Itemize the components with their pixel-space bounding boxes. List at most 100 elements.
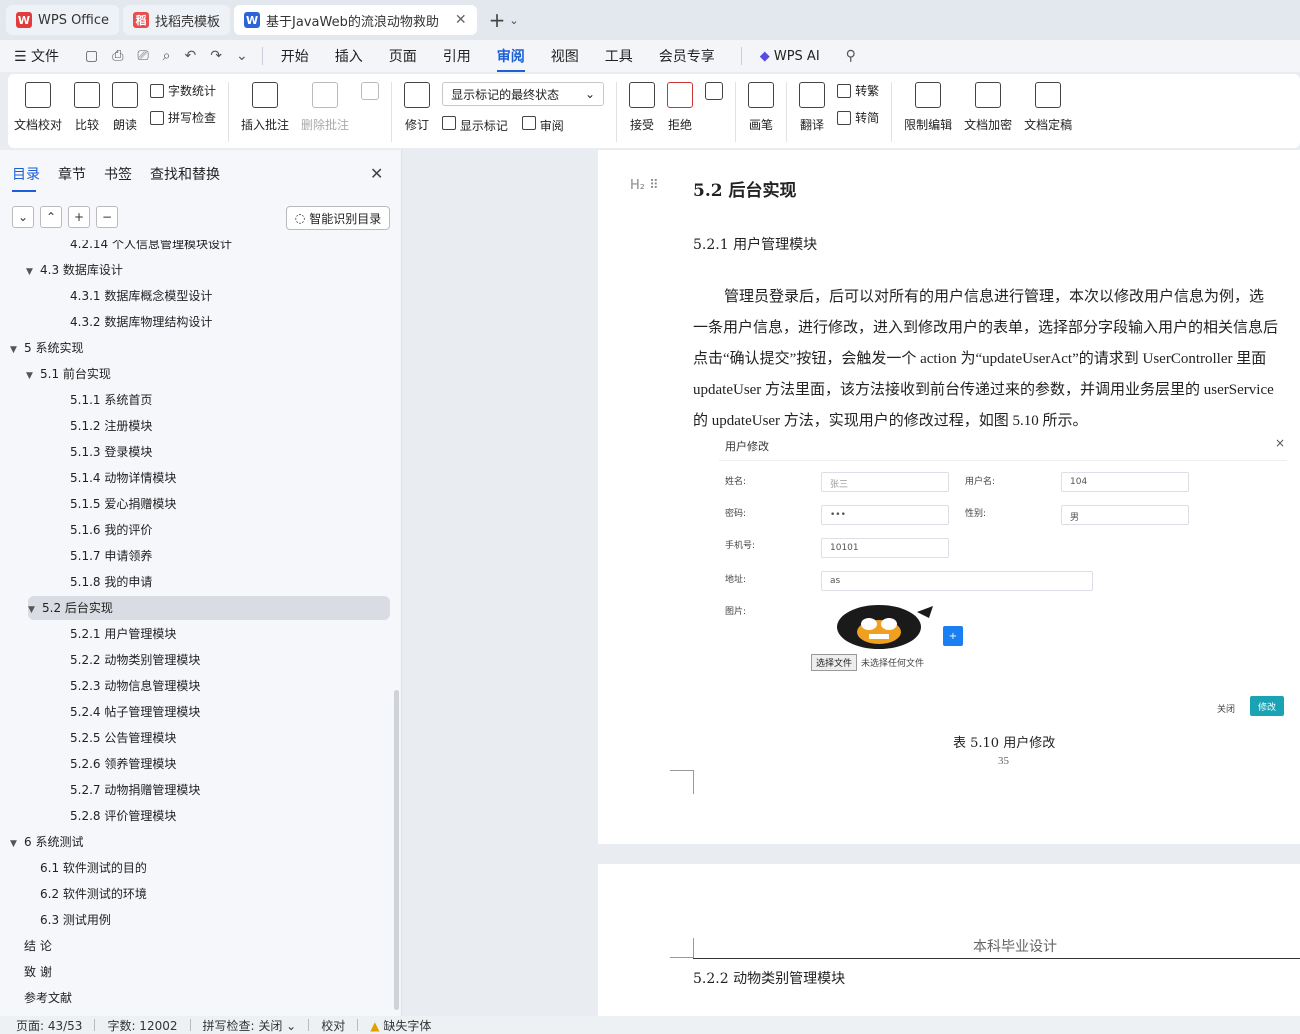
toc-item[interactable]: 5.2.4 帖子管理管理模块 (70, 700, 200, 724)
pen-button[interactable]: 画笔 (742, 82, 780, 133)
toc-item[interactable]: 4.3.2 数据库物理结构设计 (70, 310, 212, 334)
more-icon[interactable]: ⌄ (236, 48, 248, 64)
plus-icon[interactable]: + (68, 206, 90, 228)
read-aloud-button[interactable]: 朗读 (106, 82, 144, 133)
tab-bookmarks[interactable]: 书签 (104, 164, 132, 192)
expand-arrow-icon[interactable]: ▼ (10, 338, 24, 362)
toc-item[interactable]: 5.2.3 动物信息管理模块 (70, 674, 200, 698)
menu-view[interactable]: 视图 (551, 46, 579, 66)
toc-item[interactable]: ▼ 4.3 数据库设计 (26, 258, 123, 282)
expand-arrow-icon[interactable]: ▼ (26, 260, 40, 284)
toc-item[interactable]: 5.1.6 我的评价 (70, 518, 152, 542)
toc-item[interactable]: 5.1.5 爱心捐赠模块 (70, 492, 176, 516)
finalize-button[interactable]: 文档定稿 (1018, 82, 1078, 133)
translate-button[interactable]: 翻译 (793, 82, 831, 133)
revise-button[interactable]: 修订 (398, 82, 436, 133)
spell-check-button[interactable]: 拼写检查 (150, 109, 216, 126)
delete-comment-button[interactable]: 删除批注 (295, 82, 355, 133)
word-count-button[interactable]: 字数统计 (150, 82, 216, 99)
menu-insert[interactable]: 插入 (335, 46, 363, 66)
insert-comment-button[interactable]: 插入批注 (235, 82, 295, 133)
toc-item[interactable]: 5.2.5 公告管理模块 (70, 726, 176, 750)
toc-item[interactable]: 6.2 软件测试的环境 (40, 882, 147, 906)
proof-status[interactable]: 校对 (321, 1017, 345, 1034)
to-simplified-button[interactable]: 转简 (837, 109, 879, 126)
missing-font-status[interactable]: ▲ 缺失字体 (370, 1017, 431, 1034)
toc-item[interactable]: 4.2.14 个人信息管理模块设计 (70, 240, 232, 256)
undo-icon[interactable]: ↶ (185, 48, 197, 64)
revision-nav-button[interactable] (699, 82, 729, 108)
tab-toc[interactable]: 目录 (12, 164, 40, 192)
expand-arrow-icon[interactable]: ▼ (28, 598, 42, 622)
encrypt-button[interactable]: 文档加密 (958, 82, 1018, 133)
menu-review[interactable]: 审阅 (496, 46, 525, 72)
toc-item[interactable]: 5.2.6 领养管理模块 (70, 752, 176, 776)
toc-item[interactable]: 5.2.7 动物捐赠管理模块 (70, 778, 200, 802)
toc-item[interactable]: 4.3.1 数据库概念模型设计 (70, 284, 212, 308)
toc-item[interactable]: 6.3 测试用例 (40, 908, 111, 932)
toc-item[interactable]: ▼ 5 系统实现 (10, 336, 83, 360)
preview-icon[interactable]: ⌕ (163, 48, 171, 64)
chevron-up-icon[interactable]: ⌃ (40, 206, 62, 228)
toc-item[interactable]: 5.1.2 注册模块 (70, 414, 152, 438)
expand-arrow-icon[interactable]: ▼ (26, 364, 40, 388)
toc-item[interactable]: ▼ 5.2 后台实现 (28, 596, 390, 620)
menu-tools[interactable]: 工具 (605, 46, 633, 66)
toc-item[interactable]: 5.1.1 系统首页 (70, 388, 152, 412)
restrict-edit-button[interactable]: 限制编辑 (898, 82, 958, 133)
toc-item[interactable]: 5.2.8 评价管理模块 (70, 804, 176, 828)
review-pane-button[interactable]: 审阅 (521, 116, 564, 134)
toc-item[interactable]: 5.2.1 用户管理模块 (70, 622, 176, 646)
close-icon[interactable]: ✕ (455, 12, 467, 28)
toc-item[interactable]: ▼ 5.1 前台实现 (26, 362, 111, 386)
expand-arrow-icon[interactable]: ▼ (10, 832, 24, 856)
toc-item[interactable]: ▼ 6 系统测试 (10, 830, 83, 854)
tab-wps-office[interactable]: W WPS Office (6, 5, 120, 35)
new-tab-icon[interactable]: + (489, 8, 506, 32)
spell-check-status[interactable]: 拼写检查: 关闭 ⌄ (203, 1017, 297, 1034)
reject-button[interactable]: 拒绝 (661, 82, 699, 133)
compare-button[interactable]: 比较 (68, 82, 106, 133)
redo-icon[interactable]: ↷ (210, 48, 222, 64)
tab-template[interactable]: 稻 找稻壳模板 (123, 5, 231, 35)
search-icon[interactable]: ⚲ (846, 48, 856, 64)
export-icon[interactable]: ⎙ (112, 48, 123, 64)
menu-start[interactable]: 开始 (281, 46, 309, 66)
comment-nav-button[interactable] (355, 82, 385, 108)
toc-item[interactable]: 5.1.7 申请领养 (70, 544, 152, 568)
tab-find-replace[interactable]: 查找和替换 (150, 164, 220, 192)
markup-select[interactable]: 显示标记的最终状态 ⌄ (442, 82, 605, 106)
to-traditional-button[interactable]: 转繁 (837, 82, 879, 99)
accept-button[interactable]: 接受 (623, 82, 661, 133)
tab-chapters[interactable]: 章节 (58, 164, 86, 192)
word-count[interactable]: 字数: 12002 (107, 1017, 177, 1034)
doc-check-label: 文档校对 (14, 118, 63, 132)
toc-item[interactable]: 致 谢 (24, 960, 52, 984)
toc-item[interactable]: 结 论 (24, 934, 52, 958)
doc-check-button[interactable]: 文档校对 (8, 82, 68, 133)
toc-item[interactable]: 5.1.8 我的申请 (70, 570, 152, 594)
menu-reference[interactable]: 引用 (443, 46, 471, 66)
toc-item[interactable]: 5.2.2 动物类别管理模块 (70, 648, 200, 672)
toc-item[interactable]: 5.1.3 登录模块 (70, 440, 152, 464)
menu-page[interactable]: 页面 (389, 46, 417, 66)
minus-icon[interactable]: − (96, 206, 118, 228)
menu-file[interactable]: ☰ 文件 (14, 46, 59, 66)
toc-scrollbar[interactable] (394, 690, 399, 1010)
spell-status-label: 拼写检查: 关闭 (202, 1018, 283, 1033)
page-count[interactable]: 页面: 43/53 (16, 1017, 82, 1034)
wps-ai-button[interactable]: ◆ WPS AI (760, 49, 820, 64)
toc-item[interactable]: 6.1 软件测试的目的 (40, 856, 147, 880)
close-icon[interactable]: ✕ (370, 164, 383, 183)
tab-document[interactable]: W 基于JavaWeb的流浪动物救助 ✕ (234, 5, 477, 35)
smart-toc-button[interactable]: ◌ 智能识别目录 (286, 206, 390, 230)
save-icon[interactable]: ▢ (85, 48, 98, 64)
chevron-down-icon[interactable]: ⌄ (509, 14, 518, 27)
chevron-down-icon[interactable]: ⌄ (12, 206, 34, 228)
toc-item[interactable]: 5.1.4 动物详情模块 (70, 466, 176, 490)
heading-marker-icon[interactable]: H₂ ⠿ (630, 178, 659, 193)
menu-vip[interactable]: 会员专享 (659, 46, 715, 66)
print-icon[interactable]: ⎚ (137, 48, 148, 64)
show-markup-button[interactable]: 显示标记 (442, 116, 508, 134)
toc-item[interactable]: 参考文献 (24, 986, 72, 1010)
